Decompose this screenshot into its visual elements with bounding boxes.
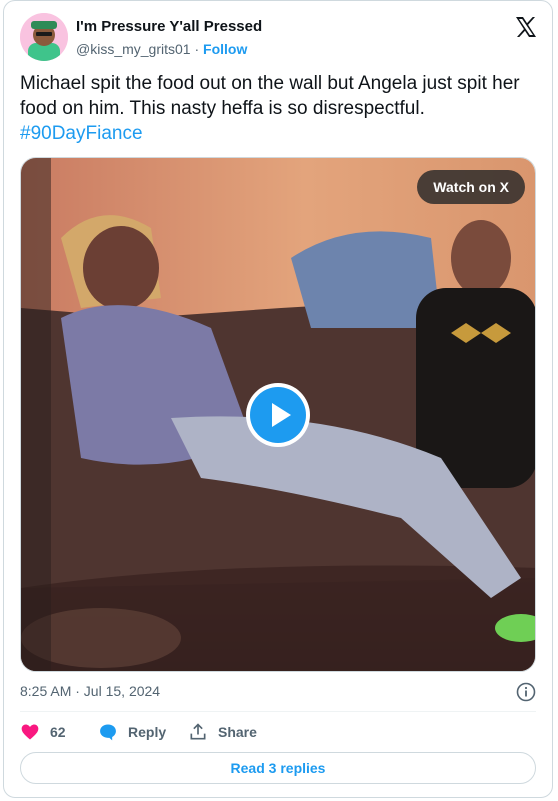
tweet-body: Michael spit the food out on the wall bu… — [20, 73, 520, 119]
handle-line: @kiss_my_grits01 · Follow — [76, 41, 247, 57]
watch-on-x-button[interactable]: Watch on X — [417, 170, 525, 204]
share-button[interactable]: Share — [188, 721, 257, 743]
action-bar: 62 Reply Share — [20, 721, 540, 743]
avatar[interactable] — [20, 13, 68, 61]
tweet-text: Michael spit the food out on the wall bu… — [20, 71, 535, 146]
share-label: Share — [218, 724, 257, 740]
separator: · — [194, 41, 200, 57]
tweet-header: I'm Pressure Y'all Pressed @kiss_my_grit… — [20, 13, 540, 61]
user-handle[interactable]: @kiss_my_grits01 — [76, 41, 191, 57]
reply-button[interactable]: Reply — [98, 721, 166, 743]
like-count: 62 — [50, 724, 66, 740]
tweet-embed-card: I'm Pressure Y'all Pressed @kiss_my_grit… — [3, 0, 553, 798]
read-replies-button[interactable]: Read 3 replies — [20, 752, 536, 784]
divider — [20, 711, 536, 712]
reply-label: Reply — [128, 724, 167, 740]
follow-link[interactable]: Follow — [203, 41, 247, 57]
video-thumbnail[interactable]: Watch on X — [20, 157, 536, 672]
reply-bubble-icon — [100, 724, 116, 741]
tweet-timestamp[interactable]: 8:25 AM · Jul 15, 2024 — [20, 683, 160, 699]
x-logo-icon[interactable] — [514, 15, 538, 39]
play-icon[interactable] — [245, 382, 311, 448]
like-button[interactable]: 62 — [20, 721, 66, 743]
share-icon — [190, 723, 206, 740]
info-icon[interactable] — [516, 682, 536, 702]
hashtag-link[interactable]: #90DayFiance — [20, 123, 143, 144]
heart-icon — [21, 724, 39, 740]
display-name[interactable]: I'm Pressure Y'all Pressed — [76, 18, 262, 35]
